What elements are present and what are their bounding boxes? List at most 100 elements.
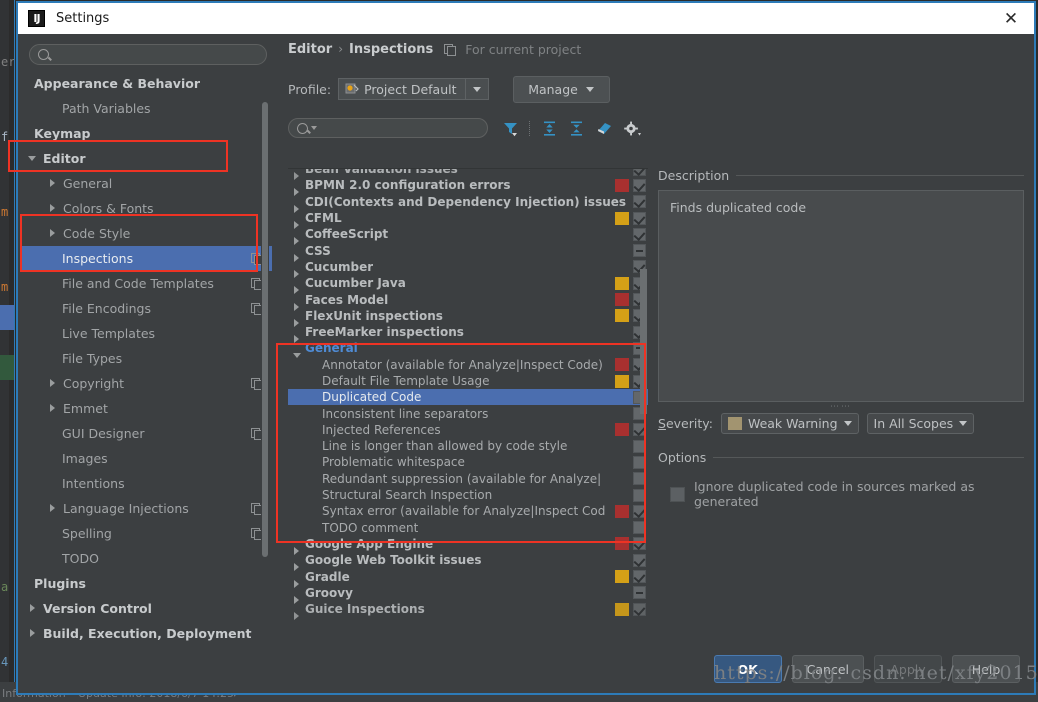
chevron-right-icon[interactable] xyxy=(28,628,39,639)
inspection-checkbox[interactable] xyxy=(633,423,646,437)
inspection-row[interactable]: Google Web Toolkit issues xyxy=(288,552,648,572)
chevron-down-icon[interactable] xyxy=(28,153,39,164)
sidebar-item-general[interactable]: General xyxy=(22,171,272,196)
sidebar-item-todo[interactable]: TODO xyxy=(22,546,272,571)
inspection-row[interactable]: Structural Search Inspection xyxy=(288,487,648,503)
search-box[interactable] xyxy=(29,44,267,65)
inspection-row[interactable]: Cucumber xyxy=(288,259,648,278)
inspections-scrollbar-thumb[interactable] xyxy=(640,269,647,414)
inspection-checkbox[interactable] xyxy=(633,169,646,176)
profile-combobox[interactable]: Project Default xyxy=(338,78,489,100)
severity-combobox[interactable]: Weak Warning xyxy=(720,413,859,434)
inspection-row[interactable]: Google App Engine xyxy=(288,536,648,555)
inspection-checkbox[interactable] xyxy=(633,521,646,535)
inspection-checkbox[interactable] xyxy=(633,244,646,258)
sidebar-item-file-encodings[interactable]: File Encodings xyxy=(22,296,272,321)
sidebar-item-live-templates[interactable]: Live Templates xyxy=(22,321,272,346)
sidebar-item-copyright[interactable]: Copyright xyxy=(22,371,272,396)
collapse-all-icon[interactable] xyxy=(568,120,585,137)
manage-button[interactable]: Manage xyxy=(512,75,610,103)
sidebar-item-file-and-code-templates[interactable]: File and Code Templates xyxy=(22,271,272,296)
inspection-checkbox[interactable] xyxy=(633,178,646,192)
inspection-checkbox[interactable] xyxy=(633,488,646,502)
resize-grip[interactable]: ⋯⋯ xyxy=(658,402,1024,412)
inspection-row[interactable]: General xyxy=(288,340,648,359)
sidebar-item-inspections[interactable]: Inspections xyxy=(22,246,272,271)
inspection-row[interactable]: Faces Model xyxy=(288,291,648,311)
inspection-search-box[interactable] xyxy=(288,118,488,138)
inspection-checkbox[interactable] xyxy=(633,586,646,600)
sidebar-item-build-execution-deployment[interactable]: Build, Execution, Deployment xyxy=(22,621,272,646)
inspection-row[interactable]: Inconsistent line separators xyxy=(288,405,648,421)
inspection-row[interactable]: Bean Validation issues xyxy=(288,169,648,181)
inspection-checkbox[interactable] xyxy=(633,570,646,584)
sidebar-item-spelling[interactable]: Spelling xyxy=(22,521,272,546)
scope-combobox[interactable]: In All Scopes xyxy=(866,413,975,434)
inspection-row[interactable]: TODO comment xyxy=(288,520,648,536)
chevron-right-icon[interactable] xyxy=(48,228,59,239)
sidebar-scrollbar[interactable] xyxy=(261,102,269,580)
sidebar-item-plugins[interactable]: Plugins xyxy=(22,571,272,596)
sidebar-item-file-types[interactable]: File Types xyxy=(22,346,272,371)
inspections-tree[interactable]: Bean Validation issues BPMN 2.0 configura… xyxy=(288,168,648,623)
profile-dropdown-arrow[interactable] xyxy=(464,79,488,99)
inspection-checkbox[interactable] xyxy=(633,602,646,616)
sidebar-item-keymap[interactable]: Keymap xyxy=(22,121,272,146)
sidebar-item-language-injections[interactable]: Language Injections xyxy=(22,496,272,521)
inspection-row[interactable]: Default File Template Usage xyxy=(288,373,648,389)
inspection-checkbox[interactable] xyxy=(633,439,646,453)
filter-icon[interactable] xyxy=(502,120,519,137)
inspection-row[interactable]: CSS xyxy=(288,242,648,262)
inspection-row[interactable]: CoffeeScript xyxy=(288,226,648,246)
chevron-right-icon[interactable] xyxy=(28,603,39,614)
inspection-row[interactable]: FreeMarker inspections xyxy=(288,324,648,344)
inspection-row[interactable]: Gradle xyxy=(288,568,648,588)
inspection-row[interactable]: CFML xyxy=(288,210,648,230)
inspection-checkbox[interactable] xyxy=(633,227,646,241)
gear-icon[interactable] xyxy=(623,120,641,137)
chevron-right-icon[interactable] xyxy=(48,403,59,414)
sidebar-item-appearance-behavior[interactable]: Appearance & Behavior xyxy=(22,71,272,96)
inspection-row[interactable]: FlexUnit inspections xyxy=(288,308,648,327)
inspection-row[interactable]: CDI(Contexts and Dependency Injection) i… xyxy=(288,194,648,213)
option-checkbox[interactable] xyxy=(670,486,685,502)
chevron-right-icon[interactable] xyxy=(48,178,59,189)
inspection-checkbox[interactable] xyxy=(633,553,646,567)
sidebar-item-emmet[interactable]: Emmet xyxy=(22,396,272,421)
inspection-row[interactable]: Annotator (available for Analyze|Inspect… xyxy=(288,357,648,373)
chevron-down-icon[interactable] xyxy=(311,126,317,130)
sidebar-item-colors-fonts[interactable]: Colors & Fonts xyxy=(22,196,272,221)
inspection-row[interactable]: Redundant suppression (available for Ana… xyxy=(288,471,648,487)
expand-all-icon[interactable] xyxy=(541,120,558,137)
inspection-row[interactable]: Line is longer than allowed by code styl… xyxy=(288,438,648,454)
breadcrumb-parent[interactable]: Editor xyxy=(288,42,332,57)
sidebar-item-intentions[interactable]: Intentions xyxy=(22,471,272,496)
sidebar-item-images[interactable]: Images xyxy=(22,446,272,471)
inspection-checkbox[interactable] xyxy=(633,195,646,209)
inspection-row[interactable]: Problematic whitespace xyxy=(288,454,648,470)
chevron-right-icon[interactable] xyxy=(48,378,59,389)
inspection-row[interactable]: Duplicated Code xyxy=(288,389,648,406)
inspection-row[interactable]: Injected References xyxy=(288,422,648,438)
sidebar-item-path-variables[interactable]: Path Variables xyxy=(22,96,272,121)
sidebar-item-code-style[interactable]: Code Style xyxy=(22,221,272,246)
sidebar-item-editor[interactable]: Editor xyxy=(22,146,272,171)
inspection-checkbox[interactable] xyxy=(633,455,646,469)
inspection-row[interactable]: Guice Inspections xyxy=(288,601,648,621)
sidebar-scrollbar-thumb[interactable] xyxy=(262,102,268,557)
inspection-checkbox[interactable] xyxy=(633,504,646,518)
sidebar-item-version-control[interactable]: Version Control xyxy=(22,596,272,621)
inspections-scrollbar[interactable] xyxy=(639,269,648,414)
chevron-right-icon[interactable] xyxy=(48,203,59,214)
inspection-checkbox[interactable] xyxy=(633,472,646,486)
search-input[interactable] xyxy=(55,46,249,63)
option-ignore-generated[interactable]: Ignore duplicated code in sources marked… xyxy=(658,479,1024,509)
inspection-row[interactable]: Cucumber Java xyxy=(288,275,648,295)
inspection-checkbox[interactable] xyxy=(633,211,646,225)
inspection-row[interactable]: Groovy xyxy=(288,585,648,604)
inspection-row[interactable]: BPMN 2.0 configuration errors xyxy=(288,177,648,197)
inspection-row[interactable]: Syntax error (available for Analyze|Insp… xyxy=(288,503,648,519)
sidebar-item-gui-designer[interactable]: GUI Designer xyxy=(22,421,272,446)
reset-icon[interactable] xyxy=(595,120,613,137)
chevron-right-icon[interactable] xyxy=(48,503,59,514)
